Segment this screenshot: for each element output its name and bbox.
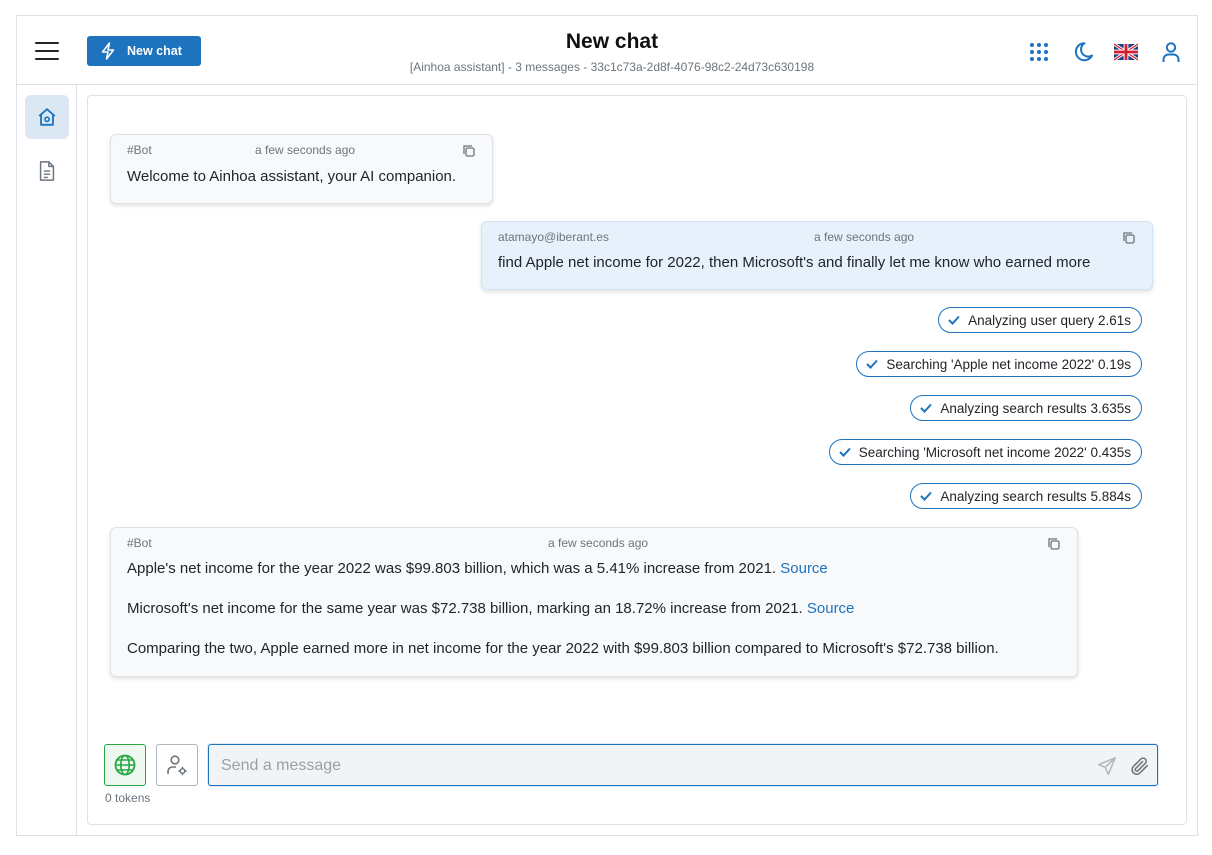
- message-input-box: [208, 744, 1158, 786]
- step-label: Searching 'Apple net income 2022' 0.19s: [886, 356, 1131, 372]
- copy-icon[interactable]: [462, 144, 476, 158]
- source-link[interactable]: Source: [807, 600, 855, 617]
- home-icon: [38, 108, 56, 126]
- globe-icon: [114, 754, 136, 776]
- app-frame: New chat New chat [Ainhoa assistant] - 3…: [16, 15, 1198, 836]
- message-author: #Bot: [127, 143, 152, 157]
- message-text: Welcome to Ainhoa assistant, your AI com…: [127, 168, 457, 185]
- new-chat-label: New chat: [127, 44, 182, 58]
- copy-icon[interactable]: [1122, 231, 1136, 245]
- message-user-query: atamayo@iberant.es a few seconds ago fin…: [481, 221, 1153, 290]
- message-time: a few seconds ago: [255, 143, 356, 157]
- copy-icon[interactable]: [1047, 537, 1061, 551]
- answer-paragraph: Microsoft's net income for the same year…: [127, 599, 854, 619]
- sidebar-item-home[interactable]: [25, 95, 69, 139]
- step-badge: Analyzing search results 5.884s: [910, 483, 1142, 509]
- check-icon: [920, 403, 933, 413]
- send-icon[interactable]: [1096, 755, 1118, 777]
- step-label: Analyzing search results 5.884s: [940, 488, 1131, 504]
- web-search-toggle[interactable]: [104, 744, 146, 786]
- check-icon: [866, 359, 879, 369]
- step-badge: Analyzing user query 2.61s: [938, 307, 1142, 333]
- step-badge: Searching 'Microsoft net income 2022' 0.…: [828, 439, 1142, 465]
- message-bot-welcome: #Bot a few seconds ago Welcome to Ainhoa…: [110, 134, 493, 204]
- new-chat-button[interactable]: New chat: [87, 36, 201, 66]
- document-icon: [39, 161, 55, 181]
- answer-paragraph: Apple's net income for the year 2022 was…: [127, 559, 828, 579]
- message-time: a few seconds ago: [548, 536, 649, 550]
- user-settings-icon: [167, 755, 187, 776]
- page-subtitle: [Ainhoa assistant] - 3 messages - 33c1c7…: [409, 60, 815, 74]
- paragraph-text: Comparing the two, Apple earned more in …: [127, 640, 999, 657]
- grid-dots-icon[interactable]: [1027, 40, 1051, 64]
- token-count: 0 tokens: [105, 791, 151, 805]
- uk-flag-icon[interactable]: [1113, 42, 1139, 66]
- step-label: Analyzing search results 3.635s: [940, 400, 1131, 416]
- step-label: Searching 'Microsoft net income 2022' 0.…: [858, 444, 1131, 460]
- message-bot-answer: #Bot a few seconds ago Apple's net incom…: [110, 527, 1078, 677]
- check-icon: [948, 315, 960, 325]
- sidebar-item-documents[interactable]: [25, 149, 69, 193]
- answer-paragraph: Comparing the two, Apple earned more in …: [127, 639, 999, 659]
- sidebar: [17, 85, 77, 835]
- step-badge: Searching 'Apple net income 2022' 0.19s: [856, 351, 1142, 377]
- title-block: New chat [Ainhoa assistant] - 3 messages…: [317, 30, 907, 74]
- paragraph-text: Microsoft's net income for the same year…: [127, 600, 807, 617]
- user-icon[interactable]: [1159, 40, 1183, 64]
- message-time: a few seconds ago: [814, 230, 915, 244]
- chat-panel: #Bot a few seconds ago Welcome to Ainhoa…: [87, 95, 1187, 825]
- source-link[interactable]: Source: [780, 560, 828, 577]
- check-icon: [920, 491, 933, 501]
- paperclip-icon[interactable]: [1129, 755, 1151, 777]
- step-label: Analyzing user query 2.61s: [968, 312, 1131, 328]
- step-badge: Analyzing search results 3.635s: [910, 395, 1142, 421]
- message-text: find Apple net income for 2022, then Mic…: [498, 254, 1091, 271]
- top-header: New chat New chat [Ainhoa assistant] - 3…: [17, 16, 1197, 85]
- moon-icon[interactable]: [1071, 40, 1095, 64]
- message-author: #Bot: [127, 536, 152, 550]
- hamburger-menu-icon[interactable]: [35, 42, 59, 60]
- message-author: atamayo@iberant.es: [498, 230, 609, 244]
- check-icon: [838, 447, 851, 457]
- page-title: New chat: [565, 30, 659, 53]
- paragraph-text: Apple's net income for the year 2022 was…: [127, 560, 781, 577]
- message-input[interactable]: [221, 754, 1081, 778]
- bolt-icon: [101, 42, 115, 60]
- user-settings-button[interactable]: [156, 744, 198, 786]
